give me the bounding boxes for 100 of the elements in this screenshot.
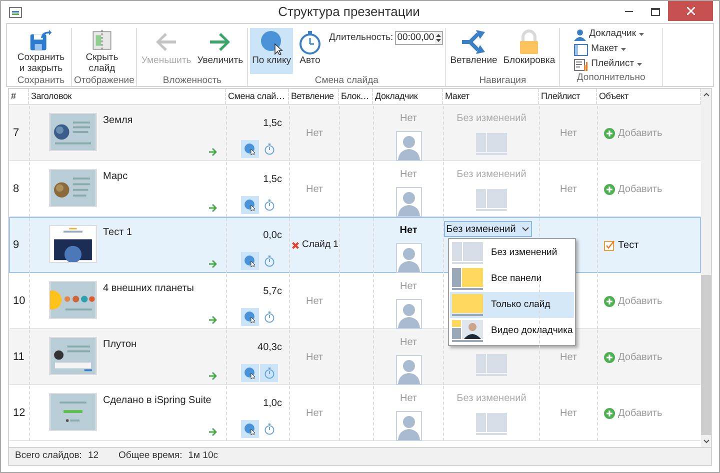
column-header[interactable]: # <box>11 90 16 104</box>
avatar-silhouette-icon <box>396 131 422 161</box>
layout-video-icon <box>452 320 483 342</box>
row-number: 10 <box>13 294 26 310</box>
stopwatch-icon <box>264 199 274 211</box>
speaker-text: Нет <box>400 224 418 238</box>
minimize-icon <box>625 11 633 13</box>
layout-text: Без изменений <box>456 392 526 406</box>
duration-field[interactable]: 00:00,00 <box>395 31 444 46</box>
avatar-silhouette-icon <box>396 411 422 441</box>
row-number: 12 <box>13 406 26 422</box>
layout-panels-icon <box>476 354 507 376</box>
person-icon <box>574 28 586 40</box>
plus-icon <box>604 184 615 195</box>
column-header[interactable]: Ветвление <box>291 90 334 104</box>
branch-text: Нет <box>306 351 324 365</box>
ribbon-button[interactable]: Блокировка <box>501 28 558 74</box>
branch-text: Нет <box>306 127 324 141</box>
playlist-text: Нет <box>560 183 578 197</box>
scrollbar[interactable] <box>701 89 711 447</box>
stopwatch-icon <box>264 311 274 323</box>
group-label: Навигация <box>478 74 528 88</box>
duration-text: 1,5с <box>263 117 282 131</box>
slide-title: Земля <box>103 114 134 128</box>
speaker-text: Нет <box>400 168 418 182</box>
ribbon-menu-button[interactable]: Плейлист <box>574 58 644 71</box>
cursor-click-icon <box>244 143 256 155</box>
on-click-button[interactable] <box>241 196 259 214</box>
group-label: Отображение <box>74 74 134 88</box>
column-header[interactable]: Плейлист <box>541 90 580 104</box>
column-header[interactable]: Объект <box>599 90 628 104</box>
layout-dropdown[interactable]: Без изменений <box>444 221 532 237</box>
on-click-button[interactable] <box>241 364 259 382</box>
ribbon-button[interactable]: Авто <box>294 28 325 74</box>
on-click-button[interactable] <box>241 308 259 326</box>
right-arrow-icon <box>208 427 218 437</box>
close-button[interactable] <box>668 1 713 21</box>
cursor-click-icon <box>244 199 256 211</box>
on-click-button[interactable] <box>241 252 259 270</box>
stopwatch-icon <box>264 143 274 155</box>
auto-timer-button[interactable] <box>260 364 278 382</box>
speaker-text: Нет <box>400 112 418 126</box>
duration-text: 1,5с <box>263 173 282 187</box>
speaker-text: Нет <box>400 280 418 294</box>
spinner-icon <box>435 32 442 44</box>
status-label: Общее время: <box>118 449 182 464</box>
column-header[interactable]: Смена слай… <box>228 90 285 104</box>
layout-option[interactable]: Только слайд <box>450 292 574 318</box>
right-arrow-icon <box>208 147 218 157</box>
object-text: Тест <box>618 239 639 253</box>
ribbon-button[interactable]: Ветвление <box>448 28 500 74</box>
branch-icon <box>460 29 488 55</box>
caret-icon <box>639 33 644 36</box>
ribbon-button[interactable]: Сохранить и закрыть <box>13 28 69 74</box>
scroll-thumb[interactable] <box>701 275 711 435</box>
layout-panels-icon <box>452 242 483 264</box>
ribbon-button[interactable]: Скрыть слайд <box>74 28 130 74</box>
slide-title: Тест 1 <box>103 226 134 240</box>
stopwatch-icon <box>264 367 274 379</box>
column-header[interactable]: Докладчик <box>375 90 418 104</box>
ribbon-button[interactable]: По клику <box>250 28 293 74</box>
playlist-text: Нет <box>560 127 578 141</box>
ribbon-button[interactable]: Увеличить <box>195 28 246 74</box>
avatar-silhouette-icon <box>396 355 422 385</box>
status-value: 12 <box>88 449 99 464</box>
column-header[interactable]: Макет <box>445 90 470 104</box>
table-row[interactable]: 7 Земля 1,5с Нет Нет Без изменений Нет Добавить <box>9 105 701 161</box>
group-label: Сохранить <box>16 74 66 88</box>
duration-text: 1,0с <box>263 397 282 411</box>
speaker-text: Нет <box>400 392 418 406</box>
on-click-button[interactable] <box>241 140 259 158</box>
stopwatch-icon <box>264 423 274 435</box>
ribbon-menu-button[interactable]: Макет <box>574 43 644 56</box>
avatar-silhouette-icon <box>396 187 422 217</box>
column-header[interactable]: Блок… <box>341 90 370 104</box>
duration-text: 0,0с <box>263 229 282 243</box>
playlist-text: Нет <box>560 351 578 365</box>
layout-panels-icon <box>476 189 507 211</box>
layout-text: Без изменений <box>456 112 526 126</box>
table-row[interactable]: 12 Сделано в iSpring Suite 1,0с Нет Нет Без изменений Нет Добавить <box>9 385 701 441</box>
on-click-button[interactable] <box>241 420 259 438</box>
right-arrow-icon <box>208 315 218 325</box>
slide-title: 4 внешних планеты <box>103 282 195 296</box>
cursor-click-icon <box>258 29 285 55</box>
row-number: 7 <box>13 126 20 142</box>
duration-label: Длительность: <box>328 31 394 45</box>
window-title: Структура презентации <box>277 3 421 22</box>
stopwatch-icon <box>296 29 323 55</box>
column-header[interactable]: Заголовок <box>31 90 72 104</box>
layout-panels-icon <box>476 413 507 435</box>
row-number: 8 <box>13 182 20 198</box>
layout-option[interactable]: Без изменений <box>450 240 574 266</box>
cursor-click-icon <box>244 255 256 267</box>
plus-icon <box>604 408 615 419</box>
branch-text: Нет <box>306 407 324 421</box>
layout-text: Без изменений <box>456 168 526 182</box>
ribbon-menu-button[interactable]: Докладчик <box>574 28 644 41</box>
status-label: Всего слайдов: <box>15 449 82 464</box>
cursor-click-icon <box>244 367 256 379</box>
table-row[interactable]: 8 Марс 1,5с Нет Нет Без изменений Нет Добавить <box>9 161 701 217</box>
